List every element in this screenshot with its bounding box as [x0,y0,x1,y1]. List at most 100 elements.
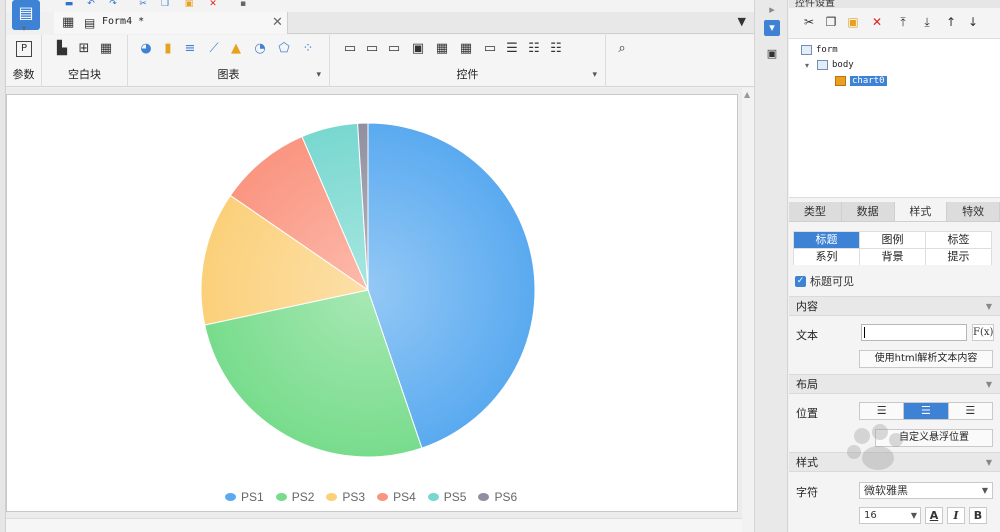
section-content-header[interactable]: 内容 ▼ [789,296,1000,316]
pie-chart[interactable] [7,95,737,485]
copy-icon[interactable]: ❐ [823,14,839,30]
chevron-down-icon[interactable]: ▼ [986,375,992,394]
close-icon[interactable]: ✕ [272,15,283,30]
align-right-icon[interactable]: ☰ [948,403,992,419]
number-widget-icon[interactable]: ▭ [482,41,498,57]
subtab-tooltip[interactable]: 提示 [926,249,991,265]
search-icon[interactable]: ⌕ [614,41,630,57]
subtab-label[interactable]: 标签 [926,232,991,248]
area-chart-icon[interactable]: ▲ [228,41,244,57]
tree-node-chart0[interactable]: chart0 [835,74,887,88]
tree-node-body[interactable]: body [817,58,854,72]
form-icon: ▤ [84,16,96,30]
tab-title: Form4 * [102,16,145,27]
panel-title: 控件设置 [789,0,1000,8]
redo-icon[interactable]: ↷ [106,0,120,9]
section-title: 布局 [796,378,818,391]
chevron-up-icon[interactable]: ▲ [744,90,750,99]
chevron-down-icon[interactable]: ▼ [986,453,992,472]
chevron-down-icon[interactable]: ▾ [805,61,809,70]
grid-icon[interactable]: ▦ [62,16,76,30]
ribbon-group-label: 空白块 [68,68,101,81]
cut-icon[interactable]: ✂ [801,14,817,30]
italic-button[interactable]: I [947,507,965,524]
block-icon[interactable]: ▙ [54,41,70,57]
section-layout-header[interactable]: 布局 ▼ [789,374,1000,394]
paste-icon[interactable]: ▣ [182,0,196,9]
tab-menu-icon[interactable]: ▼ [738,15,746,28]
parameter-icon[interactable]: P [16,41,32,57]
layout-icon[interactable]: ▣ [764,46,780,62]
arrow-icon[interactable]: ▸ [764,2,780,18]
horizontal-scrollbar[interactable] [6,518,742,532]
tab-data[interactable]: 数据 [841,202,895,221]
line-chart-icon[interactable]: ⟋ [206,41,222,57]
legend-item-ps2[interactable]: PS2 [275,489,314,505]
subtab-series[interactable]: 系列 [794,249,859,265]
checkbox-group-icon[interactable]: ☷ [526,41,542,57]
title-text-input[interactable] [861,324,967,341]
tab-effects[interactable]: 特效 [947,202,1000,221]
chevron-down-icon[interactable]: ▾ [592,70,597,80]
text-area-widget-icon[interactable]: ☰ [504,41,520,57]
legend-item-ps6[interactable]: PS6 [478,489,517,505]
chevron-down-icon[interactable]: ▼ [986,297,992,316]
check-icon[interactable]: ✓ [795,275,806,287]
label-widget-icon[interactable]: ▭ [364,41,380,57]
move-top-icon[interactable]: ⤒ [895,14,911,30]
tab-style[interactable]: 样式 [894,202,948,221]
subtab-title[interactable]: 标题 [794,232,859,248]
tree-node-form[interactable]: form [801,43,838,57]
subtab-background[interactable]: 背景 [860,249,925,265]
button-widget-icon[interactable]: ▭ [386,41,402,57]
radio-group-icon[interactable]: ☷ [548,41,564,57]
copy-icon[interactable]: ❐ [158,0,172,9]
bar-chart-icon[interactable]: ▮ [160,41,176,57]
table-block-icon[interactable]: ▦ [98,41,114,57]
delete-icon[interactable]: ✕ [206,0,220,9]
bold-button[interactable]: B [969,507,987,524]
horizontal-bar-icon[interactable]: ≡ [182,41,198,57]
list-icon[interactable]: ▬ [62,0,76,9]
legend-item-ps4[interactable]: PS4 [377,489,416,505]
cut-icon[interactable]: ✂ [136,0,150,9]
gauge-icon[interactable]: ◔ [252,41,268,57]
scatter-icon[interactable]: ⁘ [300,41,316,57]
save-icon[interactable]: ▪ [236,0,250,9]
delete-icon[interactable]: ✕ [869,14,885,30]
subtab-legend[interactable]: 图例 [860,232,925,248]
ribbon-group-label: 参数 [12,68,35,81]
combo-widget-icon[interactable]: ▣ [410,41,426,57]
pie-chart-icon[interactable]: ◕ [138,41,154,57]
date-widget-icon[interactable]: ▦ [434,41,450,57]
chevron-down-icon[interactable]: ▼ [982,483,988,498]
legend-item-ps3[interactable]: PS3 [326,489,365,505]
body-icon [817,59,828,70]
align-center-icon[interactable]: ☰ [904,403,949,419]
textbox-widget-icon[interactable]: ▭ [342,41,358,57]
move-down-icon[interactable]: ↓ [965,14,981,30]
title-visible-row[interactable]: ✓ 标题可见 [795,273,854,289]
move-up-icon[interactable]: ↑ [943,14,959,30]
align-left-icon[interactable]: ☰ [860,403,905,419]
radar-icon[interactable]: ⬠ [276,41,292,57]
section-title: 内容 [796,300,818,313]
move-bottom-icon[interactable]: ⤓ [919,14,935,30]
tab-form4[interactable]: ▦ ▤ Form4 * ✕ [54,12,288,34]
undo-icon[interactable]: ↶ [84,0,98,9]
tab-type[interactable]: 类型 [789,202,842,221]
report-canvas[interactable]: PS1 PS2 PS3 PS4 PS5 PS6 [6,94,738,512]
legend-marker [326,493,338,501]
chevron-down-icon[interactable]: ▾ [316,70,321,80]
legend-item-ps5[interactable]: PS5 [427,489,466,505]
chevron-down-icon[interactable]: ▾ [22,24,26,33]
formula-button[interactable]: F(x) [972,324,994,341]
legend-item-ps1[interactable]: PS1 [225,489,264,505]
legend-marker [377,493,389,501]
paste-icon[interactable]: ▣ [845,14,861,30]
ribbon-group-widget: ▭ ▭ ▭ ▣ ▦ ▦ ▭ ☰ ☷ ☷ 控件 ▾ [330,35,606,87]
split-block-icon[interactable]: ⊞ [76,41,92,57]
html-parse-button[interactable]: 使用html解析文本内容 [859,350,993,368]
calendar-widget-icon[interactable]: ▦ [458,41,474,57]
widget-settings-icon[interactable]: ▾ [764,20,780,36]
